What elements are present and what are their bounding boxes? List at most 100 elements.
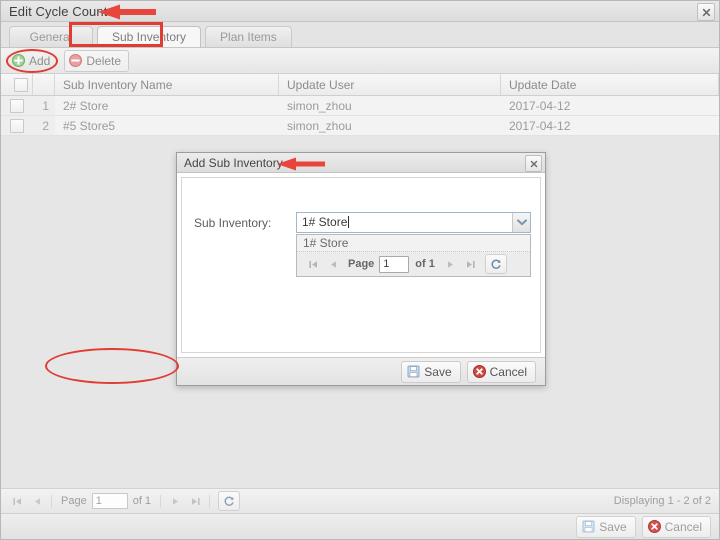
- cell-sub-inventory-name: 2# Store: [63, 98, 109, 113]
- first-page-icon: [308, 260, 317, 268]
- combobox-pager: Page 1 of 1: [297, 252, 530, 276]
- combo-pager-of-label: of 1: [415, 258, 435, 270]
- tab-general-label: General: [29, 30, 73, 44]
- pager-last-button[interactable]: [185, 491, 205, 511]
- dialog-save-label: Save: [424, 364, 452, 379]
- tab-strip: General Sub Inventory Plan Items: [1, 22, 719, 48]
- grid-toolbar: Add Delete: [1, 48, 719, 74]
- cancel-button[interactable]: Cancel: [641, 515, 711, 538]
- next-page-icon: [172, 497, 178, 505]
- first-page-icon: [12, 497, 21, 505]
- window-close-button[interactable]: [697, 3, 715, 21]
- row-select-cell[interactable]: [1, 116, 33, 135]
- page-title: Edit Cycle Count: [9, 3, 108, 19]
- dialog-title: Add Sub Inventory: [184, 155, 283, 170]
- tab-plan-items[interactable]: Plan Items: [205, 26, 292, 47]
- cell-update-date: 2017-04-12: [509, 98, 571, 113]
- prev-page-icon: [34, 497, 40, 505]
- dialog-cancel-button[interactable]: Cancel: [466, 360, 536, 383]
- combo-pager-next-button[interactable]: [441, 254, 461, 274]
- grid-pager: Page 1 of 1 Displaying 1 - 2 of 2: [1, 488, 719, 513]
- pager-divider: [160, 494, 162, 508]
- row-number-header: [33, 74, 55, 95]
- pager-page-input[interactable]: 1: [91, 493, 128, 509]
- last-page-icon: [191, 497, 200, 505]
- dialog-body: Sub Inventory: 1# Store 1# Store Page 1 …: [181, 177, 541, 353]
- row-checkbox[interactable]: [10, 98, 24, 113]
- delete-button[interactable]: Delete: [64, 49, 130, 72]
- cancel-button-label: Cancel: [664, 519, 702, 534]
- add-sub-inventory-dialog: Add Sub Inventory Sub Inventory: 1# Stor…: [45, 152, 546, 386]
- tab-sub-inventory[interactable]: Sub Inventory: [97, 26, 202, 47]
- prev-page-icon: [330, 260, 336, 268]
- cell-update-user: simon_zhou: [287, 118, 352, 133]
- combo-pager-first-button[interactable]: [303, 254, 323, 274]
- pager-divider: [209, 494, 211, 508]
- pager-refresh-button[interactable]: [218, 491, 241, 511]
- row-select-cell[interactable]: [1, 96, 33, 115]
- combobox-dropdown: 1# Store Page 1 of 1: [296, 234, 531, 277]
- sub-inventory-combobox[interactable]: 1# Store 1# Store Page 1 of 1: [296, 212, 531, 277]
- close-icon: [530, 160, 537, 167]
- combo-pager-page-input[interactable]: 1: [379, 255, 410, 273]
- row-checkbox[interactable]: [10, 118, 24, 133]
- row-number: 1: [33, 96, 55, 115]
- circle-plus-icon: [12, 54, 25, 67]
- combobox-option[interactable]: 1# Store: [297, 235, 530, 252]
- pager-of-label: of 1: [132, 495, 152, 507]
- select-all-header[interactable]: [1, 74, 33, 95]
- grid-header-row: Sub Inventory Name Update User Update Da…: [1, 74, 719, 96]
- grid-body: 1 2# Store simon_zhou 2017-04-12 2 #5 St…: [1, 96, 719, 136]
- row-number: 2: [33, 116, 55, 135]
- add-button[interactable]: Add: [7, 50, 58, 72]
- next-page-icon: [448, 260, 454, 268]
- combo-pager-prev-button[interactable]: [323, 254, 343, 274]
- delete-button-label: Delete: [86, 53, 122, 68]
- tab-general[interactable]: General: [9, 26, 93, 47]
- circle-x-icon: [472, 365, 486, 378]
- floppy-disk-icon: [582, 520, 595, 533]
- save-button-label: Save: [599, 519, 627, 534]
- circle-minus-icon: [69, 54, 83, 67]
- dialog-footer: Save Cancel: [45, 348, 545, 385]
- dialog-titlebar: Add Sub Inventory: [177, 153, 545, 173]
- column-header-update-user[interactable]: Update User: [279, 74, 501, 95]
- sub-inventory-input-value: 1# Store: [302, 215, 348, 229]
- pager-divider: [51, 494, 52, 508]
- refresh-icon: [491, 259, 501, 269]
- sub-inventory-input[interactable]: 1# Store: [296, 212, 531, 233]
- floppy-disk-icon: [407, 365, 420, 378]
- combo-pager-page-label: Page: [348, 258, 375, 270]
- last-page-icon: [467, 260, 475, 268]
- column-header-update-date[interactable]: Update Date: [501, 74, 719, 95]
- combo-pager-refresh-button[interactable]: [484, 254, 507, 274]
- dialog-cancel-label: Cancel: [489, 364, 527, 379]
- cell-update-user: simon_zhou: [287, 98, 352, 113]
- chevron-down-icon: [516, 219, 527, 226]
- dialog-save-button[interactable]: Save: [401, 360, 461, 383]
- pager-prev-button[interactable]: [27, 491, 47, 511]
- tab-sub-inventory-label: Sub Inventory: [112, 30, 187, 44]
- add-button-label: Add: [29, 53, 51, 68]
- combo-pager-last-button[interactable]: [461, 254, 481, 274]
- circle-x-icon: [647, 520, 661, 533]
- dialog-close-button[interactable]: [525, 155, 542, 172]
- refresh-icon: [224, 496, 234, 506]
- column-header-sub-inventory-name[interactable]: Sub Inventory Name: [55, 74, 279, 95]
- sub-inventory-label: Sub Inventory:: [194, 215, 272, 230]
- close-icon: [702, 8, 710, 16]
- pager-first-button[interactable]: [7, 491, 27, 511]
- table-row[interactable]: 2 #5 Store5 simon_zhou 2017-04-12: [1, 116, 719, 136]
- text-cursor: [348, 216, 350, 228]
- window-titlebar: Edit Cycle Count: [1, 1, 719, 22]
- combobox-trigger[interactable]: [512, 213, 530, 232]
- window-footer: Save Cancel: [1, 513, 719, 539]
- save-button[interactable]: Save: [576, 515, 636, 538]
- table-row[interactable]: 1 2# Store simon_zhou 2017-04-12: [1, 96, 719, 116]
- pager-display-text: Displaying 1 - 2 of 2: [613, 495, 711, 507]
- select-all-checkbox[interactable]: [13, 77, 28, 92]
- pager-next-button[interactable]: [165, 491, 185, 511]
- sub-inventory-field-row: Sub Inventory: 1# Store 1# Store Page 1 …: [194, 212, 531, 277]
- pager-page-label: Page: [61, 495, 87, 507]
- tab-plan-items-label: Plan Items: [220, 30, 277, 44]
